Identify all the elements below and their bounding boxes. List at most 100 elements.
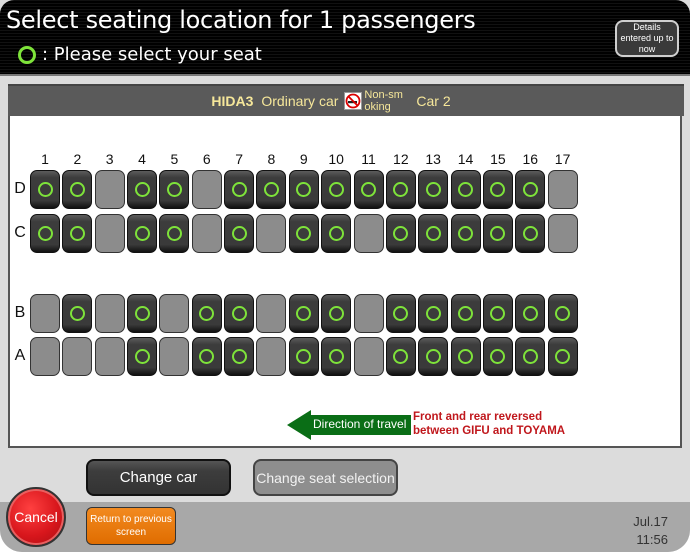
available-circle-icon: [490, 182, 506, 197]
seat-D12[interactable]: [385, 170, 416, 209]
column-number: 6: [202, 151, 211, 167]
available-circle-icon: [296, 349, 312, 364]
column-number: 5: [170, 151, 179, 167]
available-circle-icon: [425, 226, 441, 241]
available-circle-icon: [296, 226, 312, 241]
seat-B15[interactable]: [482, 294, 513, 333]
seat-D14[interactable]: [450, 170, 481, 209]
seat-D7[interactable]: [224, 170, 255, 209]
available-circle-icon: [555, 306, 571, 321]
reverse-note-line1: Front and rear reversed: [413, 411, 543, 423]
return-previous-screen-button[interactable]: Return to previous screen: [86, 507, 176, 545]
seat-C9[interactable]: [288, 214, 319, 253]
available-circle-icon: [199, 306, 215, 321]
seat-B16[interactable]: [515, 294, 546, 333]
change-seat-selection-button[interactable]: Change seat selection: [253, 459, 398, 496]
seat-D6: [191, 170, 222, 209]
seat-B8: [256, 294, 287, 333]
seat-B14[interactable]: [450, 294, 481, 333]
seat-D13[interactable]: [418, 170, 449, 209]
legend-text: : Please select your seat: [42, 44, 262, 65]
seat-D1[interactable]: [30, 170, 60, 209]
seat-B12[interactable]: [385, 294, 416, 333]
column-number: 11: [361, 151, 376, 167]
available-circle-icon: [393, 306, 409, 321]
seat-B2[interactable]: [62, 294, 93, 333]
seat-D15[interactable]: [482, 170, 513, 209]
cancel-button[interactable]: Cancel: [6, 487, 66, 547]
seat-D17: [547, 170, 578, 209]
seat-A16[interactable]: [515, 337, 546, 376]
available-circle-icon: [458, 349, 474, 364]
seat-C7[interactable]: [224, 214, 255, 253]
seat-D5[interactable]: [159, 170, 190, 209]
available-circle-icon: [425, 182, 441, 197]
seat-B17[interactable]: [547, 294, 578, 333]
seat-A9[interactable]: [288, 337, 319, 376]
seat-A7[interactable]: [224, 337, 255, 376]
seat-C16[interactable]: [515, 214, 546, 253]
available-circle-icon: [425, 306, 441, 321]
seat-A15[interactable]: [482, 337, 513, 376]
seat-D4[interactable]: [127, 170, 158, 209]
seat-C2[interactable]: [62, 214, 93, 253]
seat-A1: [30, 337, 60, 376]
seat-D8[interactable]: [256, 170, 287, 209]
available-circle-icon: [425, 349, 441, 364]
seat-C8: [256, 214, 287, 253]
seat-A6[interactable]: [191, 337, 222, 376]
seat-D16[interactable]: [515, 170, 546, 209]
seat-A10[interactable]: [321, 337, 352, 376]
available-circle-icon: [296, 182, 312, 197]
column-number: 9: [299, 151, 308, 167]
column-number: 3: [105, 151, 114, 167]
seat-B7[interactable]: [224, 294, 255, 333]
seat-D2[interactable]: [62, 170, 93, 209]
seat-C5[interactable]: [159, 214, 190, 253]
no-smoking-icon: [344, 92, 363, 110]
seat-A12[interactable]: [385, 337, 416, 376]
seat-C12[interactable]: [385, 214, 416, 253]
seat-A14[interactable]: [450, 337, 481, 376]
seat-C10[interactable]: [321, 214, 352, 253]
available-circle-icon: [522, 182, 538, 197]
reverse-note: Front and rear reversed between GIFU and…: [413, 410, 565, 438]
seat-A4[interactable]: [127, 337, 158, 376]
seat-D10[interactable]: [321, 170, 352, 209]
seat-A8: [256, 337, 287, 376]
seat-A13[interactable]: [418, 337, 449, 376]
seat-B9[interactable]: [288, 294, 319, 333]
available-circle-icon: [134, 226, 150, 241]
reverse-note-line2: between GIFU and TOYAMA: [413, 425, 566, 437]
seat-B4[interactable]: [127, 294, 158, 333]
seat-map-panel: HIDA3 Ordinary car Non-smoking Car 2 123…: [8, 84, 684, 448]
seat-C4[interactable]: [127, 214, 158, 253]
available-circle-icon: [361, 182, 376, 197]
seat-B13[interactable]: [418, 294, 449, 333]
seat-D9[interactable]: [288, 170, 319, 209]
available-circle-icon: [328, 226, 344, 241]
column-number: 14: [457, 151, 474, 167]
available-circle-icon: [37, 226, 53, 241]
seat-C14[interactable]: [450, 214, 481, 253]
seat-C17: [547, 214, 578, 253]
seat-C15[interactable]: [482, 214, 513, 253]
seat-B6[interactable]: [191, 294, 222, 333]
seat-D11[interactable]: [353, 170, 384, 209]
seat-B5: [159, 294, 190, 333]
available-circle-icon: [231, 182, 247, 197]
change-car-button[interactable]: Change car: [86, 459, 231, 496]
row-label: A: [14, 347, 26, 364]
available-circle-icon: [522, 226, 538, 241]
date-time: Jul.17 11:56: [633, 513, 668, 549]
seat-C3: [94, 214, 125, 253]
available-circle-icon: [231, 349, 247, 364]
available-circle-icon: [69, 306, 85, 321]
seat-C1[interactable]: [30, 214, 60, 253]
available-circle-icon: [328, 306, 344, 321]
seat-B10[interactable]: [321, 294, 352, 333]
seat-C13[interactable]: [418, 214, 449, 253]
details-entered-button[interactable]: Details entered up to now: [615, 20, 679, 57]
available-circle-icon: [393, 226, 409, 241]
seat-A17[interactable]: [547, 337, 578, 376]
